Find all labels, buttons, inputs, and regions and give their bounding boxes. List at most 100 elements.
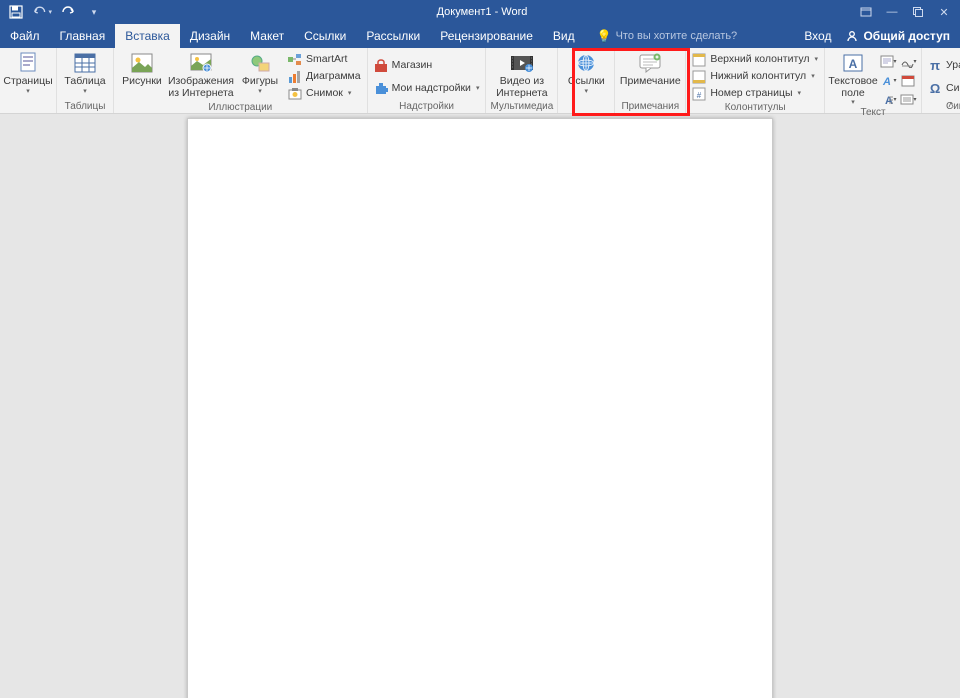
group-media: Видео из Интернета Мультимедиа [486,48,558,113]
chevron-down-icon: ▾ [476,84,480,93]
header-button[interactable]: Верхний колонтитул ▾ [690,52,820,68]
title-bar: ▾ ▾ Документ1 - Word — ✕ [0,0,960,24]
group-label-symbols: Символы [926,101,960,113]
svg-text:#: # [697,91,702,100]
chevron-down-icon: ▾ [258,88,262,96]
group-addins: Магазин Мои надстройки ▾ Надстройки [368,48,487,113]
header-icon [692,53,706,67]
pictures-button[interactable]: Рисунки [118,50,166,88]
screenshot-icon [288,87,302,101]
chevron-down-icon: ▾ [851,99,855,107]
redo-button[interactable] [58,2,78,22]
drop-cap-button[interactable]: A▾ [879,91,897,107]
sign-in-link[interactable]: Вход [804,29,831,43]
tab-file[interactable]: Файл [0,24,50,48]
chevron-down-icon: ▾ [585,88,589,96]
close-button[interactable]: ✕ [932,2,956,22]
equation-button[interactable]: π Уравнение ▾ [926,58,960,74]
online-pictures-button[interactable]: Изображения из Интернета [168,50,234,99]
table-button[interactable]: Таблица ▾ [61,50,109,95]
qat-customize[interactable]: ▾ [84,2,104,22]
online-video-button[interactable]: Видео из Интернета [498,50,546,99]
document-title: Документ1 - Word [110,6,854,18]
wordart-button[interactable]: A▾ [879,72,897,88]
tab-design[interactable]: Дизайн [180,24,240,48]
chevron-down-icon: ▾ [83,88,87,96]
svg-text:A: A [882,76,891,87]
group-label-media: Мультимедиа [490,101,553,113]
undo-button[interactable]: ▾ [32,2,52,22]
tab-layout[interactable]: Макет [240,24,294,48]
group-pages: Страницы ▾ [0,48,57,113]
tab-review[interactable]: Рецензирование [430,24,543,48]
footer-icon [692,70,706,84]
share-icon [845,29,859,43]
group-label-tables: Таблицы [61,101,109,113]
tab-mailings[interactable]: Рассылки [356,24,430,48]
group-links: Ссылки ▾ [558,48,615,113]
tell-me-search[interactable]: 💡 Что вы хотите сделать? [597,24,738,48]
chevron-down-icon: ▾ [815,55,819,64]
smartart-button[interactable]: SmartArt [286,52,363,68]
document-page[interactable] [187,118,773,698]
symbol-icon: Ω [928,82,942,96]
table-icon [73,52,97,74]
ribbon-display-options[interactable] [854,2,878,22]
online-pictures-icon [189,52,213,74]
shapes-icon [248,52,272,74]
group-comments: Примечание Примечания [615,48,686,113]
pages-button[interactable]: Страницы ▾ [4,50,52,95]
quick-parts-button[interactable]: ▾ [879,53,897,69]
signature-line-button[interactable]: ▾ [899,53,917,69]
pictures-icon [130,52,154,74]
tab-home[interactable]: Главная [50,24,116,48]
maximize-button[interactable] [906,2,930,22]
store-icon [374,59,388,73]
save-button[interactable] [6,2,26,22]
svg-text:A: A [849,57,858,71]
comment-button[interactable]: Примечание [619,50,681,88]
window-controls: — ✕ [854,2,960,22]
share-button[interactable]: Общий доступ [845,29,950,43]
quick-access-toolbar: ▾ ▾ [0,2,110,22]
chevron-down-icon: ▾ [348,89,352,98]
object-button[interactable]: ▾ [899,91,917,107]
date-time-button[interactable] [899,72,917,88]
tab-references[interactable]: Ссылки [294,24,356,48]
ribbon: Страницы ▾ Таблица ▾ Таблицы Рисунки Изо… [0,48,960,114]
textbox-icon: A [841,52,865,74]
equation-icon: π [928,59,942,73]
chart-button[interactable]: Диаграмма [286,69,363,85]
links-button[interactable]: Ссылки ▾ [562,50,610,95]
lightbulb-icon: 💡 [597,29,612,43]
page-number-button[interactable]: # Номер страницы ▾ [690,86,820,102]
store-button[interactable]: Магазин [372,58,482,74]
group-label-comments: Примечания [619,101,681,113]
group-label-addins: Надстройки [372,101,482,113]
group-tables: Таблица ▾ Таблицы [57,48,114,113]
chevron-down-icon: ▾ [811,72,815,81]
footer-button[interactable]: Нижний колонтитул ▾ [690,69,820,85]
group-header-footer: Верхний колонтитул ▾ Нижний колонтитул ▾… [686,48,825,113]
my-addins-button[interactable]: Мои надстройки ▾ [372,81,482,97]
group-illustrations: Рисунки Изображения из Интернета Фигуры … [114,48,368,113]
minimize-button[interactable]: — [880,2,904,22]
page-number-icon: # [692,87,706,101]
addins-icon [374,82,388,96]
link-icon [574,52,598,74]
document-area[interactable] [0,114,960,698]
shapes-button[interactable]: Фигуры ▾ [236,50,284,95]
group-label-text: Текст [829,107,917,119]
tab-view[interactable]: Вид [543,24,585,48]
group-label-hf: Колонтитулы [690,102,820,114]
tab-insert[interactable]: Вставка [115,24,180,48]
textbox-button[interactable]: A Текстовое поле ▾ [829,50,877,107]
symbol-button[interactable]: Ω Символ ▾ [926,81,960,97]
group-text: A Текстовое поле ▾ ▾ A▾ A▾ ▾ ▾ Текст [825,48,922,113]
collapse-ribbon-button[interactable]: ˄ [948,100,954,111]
share-label: Общий доступ [863,29,950,43]
smartart-icon [288,53,302,67]
ribbon-tabs: Файл Главная Вставка Дизайн Макет Ссылки… [0,24,960,48]
chevron-down-icon: ▾ [798,89,802,98]
screenshot-button[interactable]: Снимок ▾ [286,86,363,102]
